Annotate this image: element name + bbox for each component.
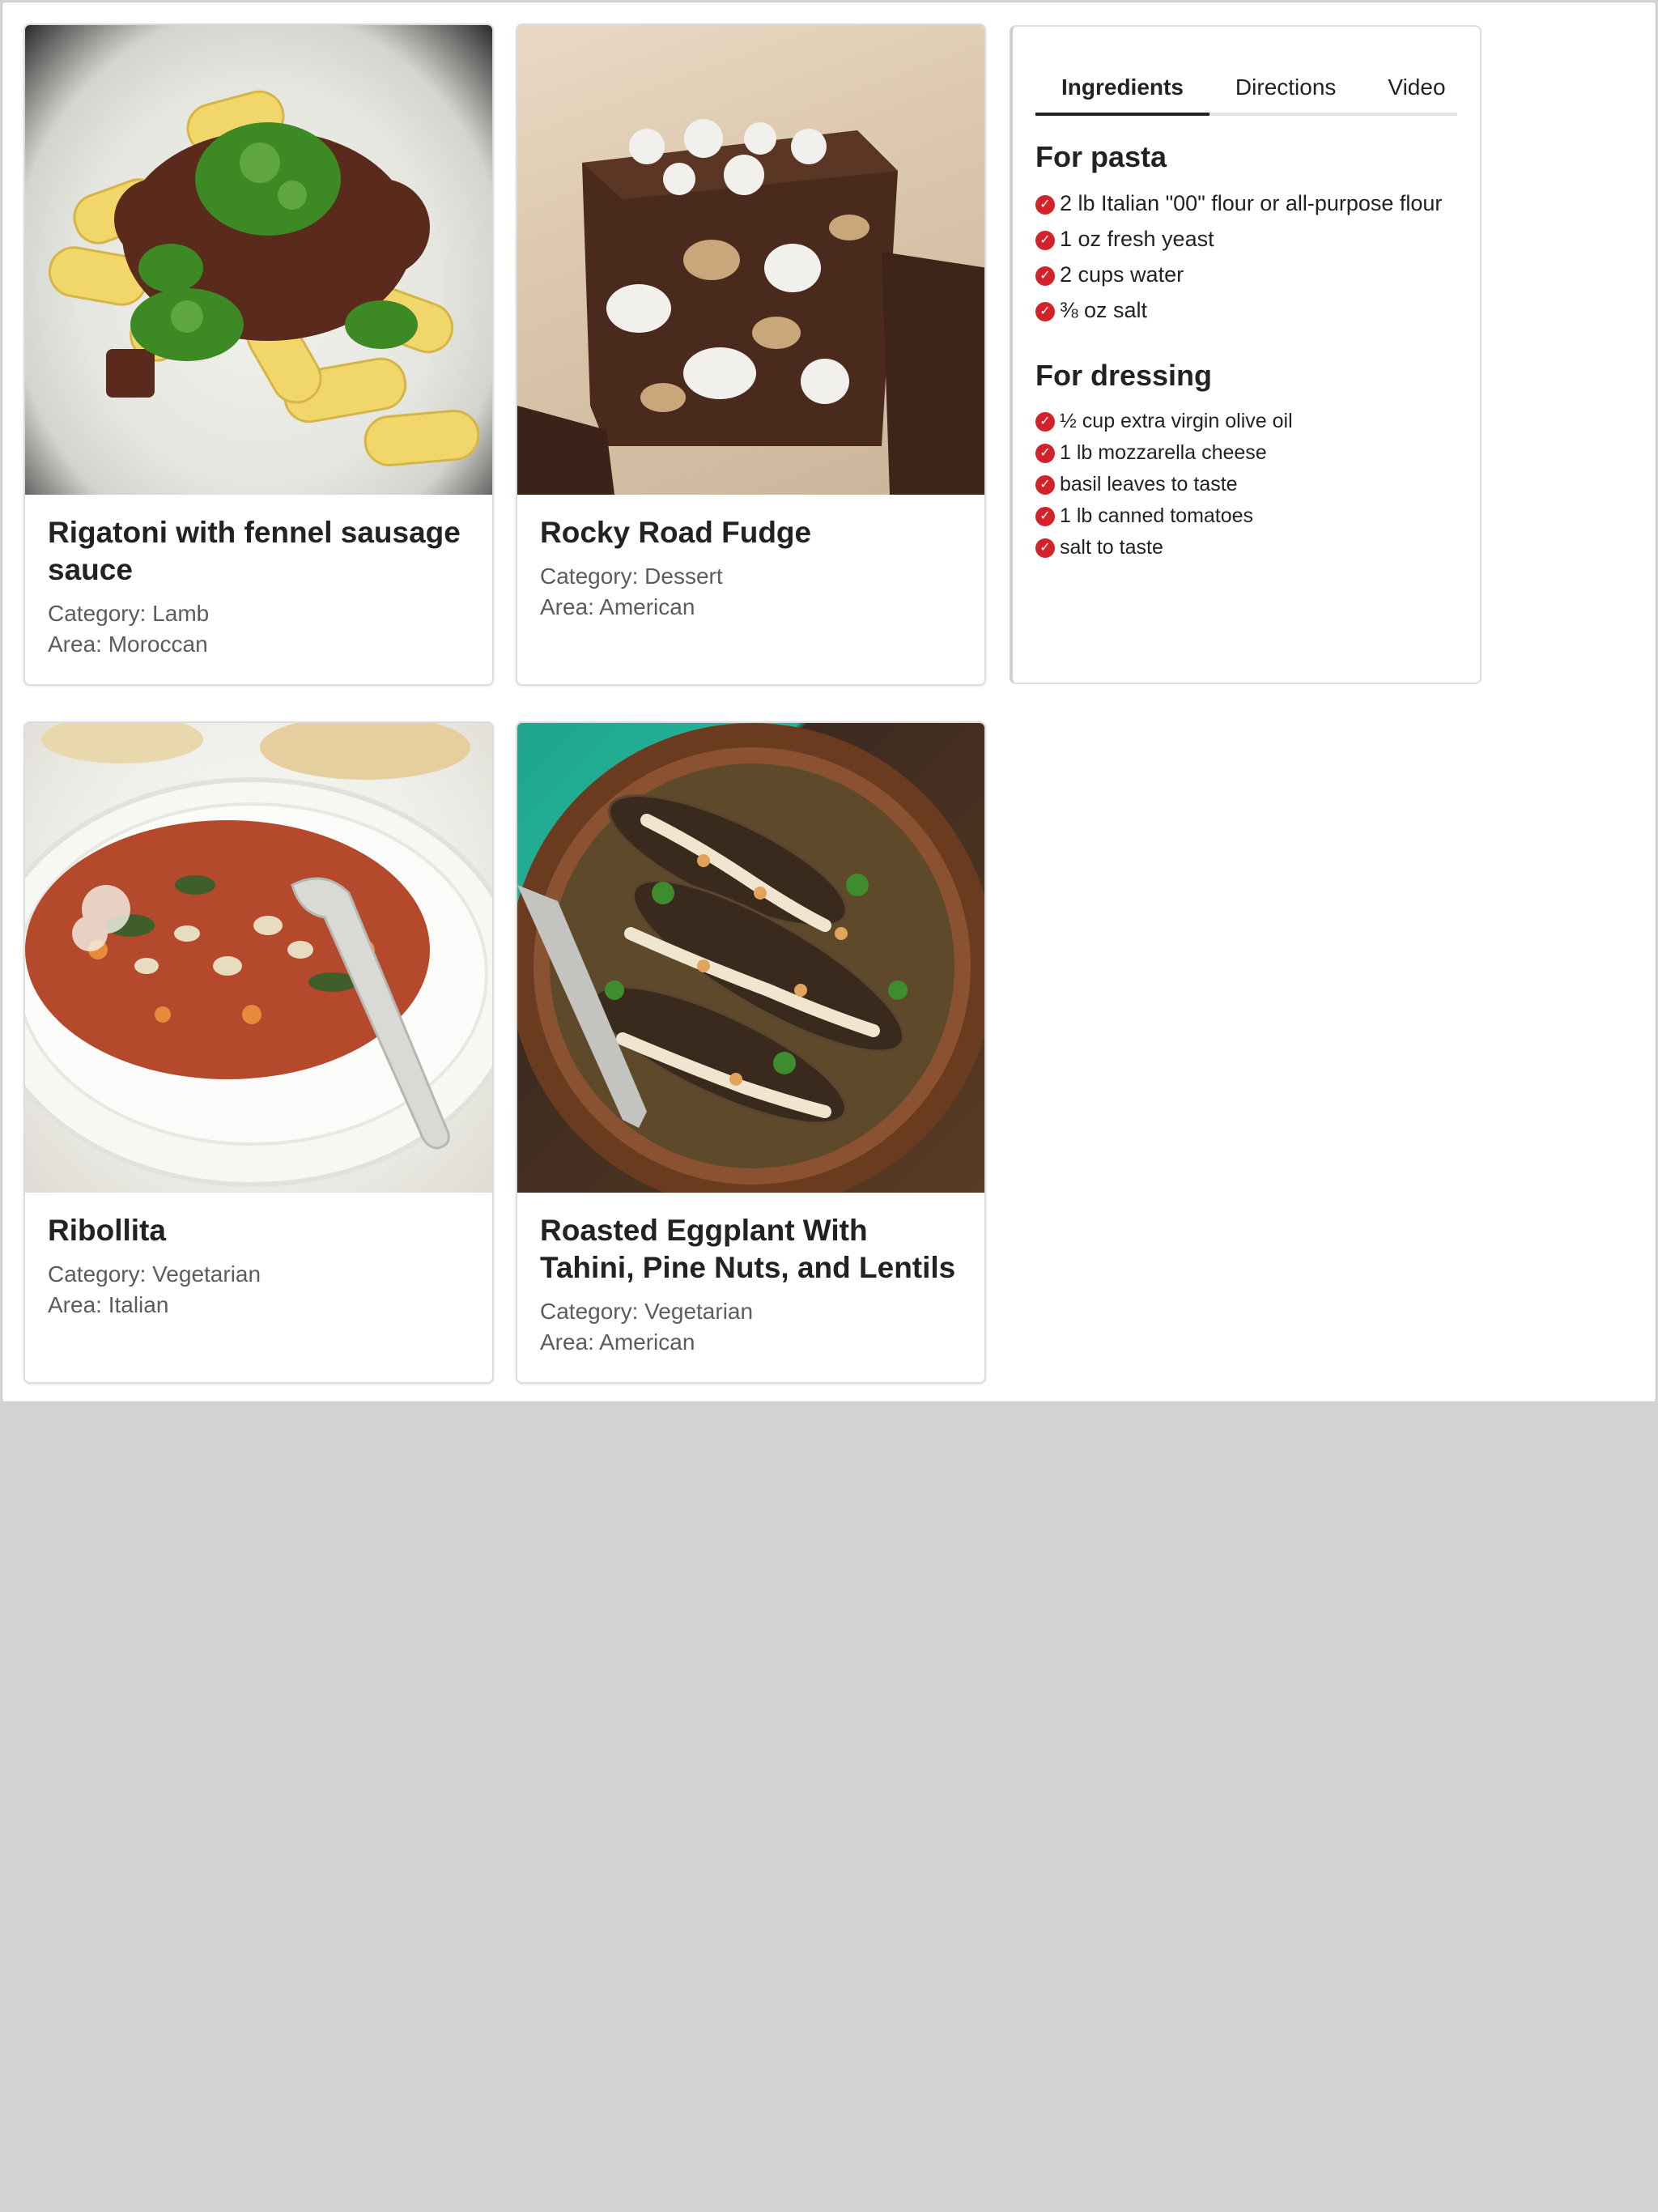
recipe-image [517, 723, 984, 1193]
recipe-title: Roasted Eggplant With Tahini, Pine Nuts,… [540, 1214, 956, 1284]
ingredient-list-dressing: ✓ ½ cup extra virgin olive oil ✓ 1 lb mozz… [1035, 409, 1457, 559]
recipe-card[interactable]: Rigatoni with fennel sausage sauce Categ… [23, 23, 494, 686]
ingredient-item: ✓ 1 lb mozzarella cheese [1035, 440, 1457, 465]
check-circle-icon: ✓ [1035, 230, 1055, 250]
section-title-dressing: For dressing [1035, 359, 1213, 392]
recipe-image [25, 723, 492, 1193]
recipe-area: Area: American [540, 594, 695, 619]
recipe-category: Category: Vegetarian [540, 1299, 754, 1324]
recipe-area: Area: Italian [48, 1292, 169, 1317]
recipe-tabs: Ingredients Directions Video [1035, 62, 1457, 116]
recipe-area: Area: American [540, 1329, 695, 1355]
ingredient-item: ✓ 1 oz fresh yeast [1035, 226, 1457, 252]
recipe-card[interactable]: Ribollita Category: Vegetarian Area: Ita… [23, 721, 494, 1384]
check-circle-icon: ✓ [1035, 412, 1055, 432]
recipe-category: Category: Lamb [48, 601, 210, 626]
recipe-image [25, 25, 492, 495]
ingredient-item: ✓ ⅜ oz salt [1035, 297, 1457, 323]
ingredient-item: ✓ 2 cups water [1035, 262, 1457, 287]
main-panel: Rigatoni with fennel sausage sauce Categ… [2, 2, 1656, 1402]
check-circle-icon: ✓ [1035, 301, 1055, 321]
recipe-card[interactable]: Rocky Road Fudge Category: Dessert Area:… [516, 23, 986, 686]
ingredient-item: ✓ 2 lb Italian "00" flour or all-purpose … [1035, 190, 1457, 216]
ingredient-item: ✓ 1 lb canned tomatoes [1035, 504, 1457, 528]
recipe-title: Rigatoni with fennel sausage sauce [48, 516, 461, 586]
check-circle-icon: ✓ [1035, 194, 1055, 215]
recipe-title: Ribollita [48, 1214, 166, 1247]
recipe-details-panel: Ingredients Directions Video For pasta ✓… [1010, 25, 1482, 684]
check-circle-icon: ✓ [1035, 475, 1055, 496]
check-circle-icon: ✓ [1035, 444, 1055, 464]
recipe-image [517, 25, 984, 495]
ingredient-item: ✓ salt to taste [1035, 535, 1457, 559]
ingredient-item: ✓ ½ cup extra virgin olive oil [1035, 409, 1457, 433]
recipe-category: Category: Dessert [540, 564, 723, 589]
check-circle-icon: ✓ [1035, 507, 1055, 527]
recipe-title: Rocky Road Fudge [540, 516, 812, 549]
check-circle-icon: ✓ [1035, 266, 1055, 286]
recipe-card[interactable]: Roasted Eggplant With Tahini, Pine Nuts,… [516, 721, 986, 1384]
ingredient-list-pasta: ✓ 2 lb Italian "00" flour or all-purpose … [1035, 190, 1457, 323]
check-circle-icon: ✓ [1035, 538, 1055, 559]
recipe-category: Category: Vegetarian [48, 1261, 261, 1287]
tab-directions[interactable]: Directions [1209, 62, 1362, 113]
tab-video[interactable]: Video [1362, 62, 1471, 113]
section-title-pasta: For pasta [1035, 140, 1167, 173]
recipe-area: Area: Moroccan [48, 632, 208, 657]
tab-ingredients[interactable]: Ingredients [1035, 62, 1209, 116]
ingredient-item: ✓ basil leaves to taste [1035, 472, 1457, 496]
